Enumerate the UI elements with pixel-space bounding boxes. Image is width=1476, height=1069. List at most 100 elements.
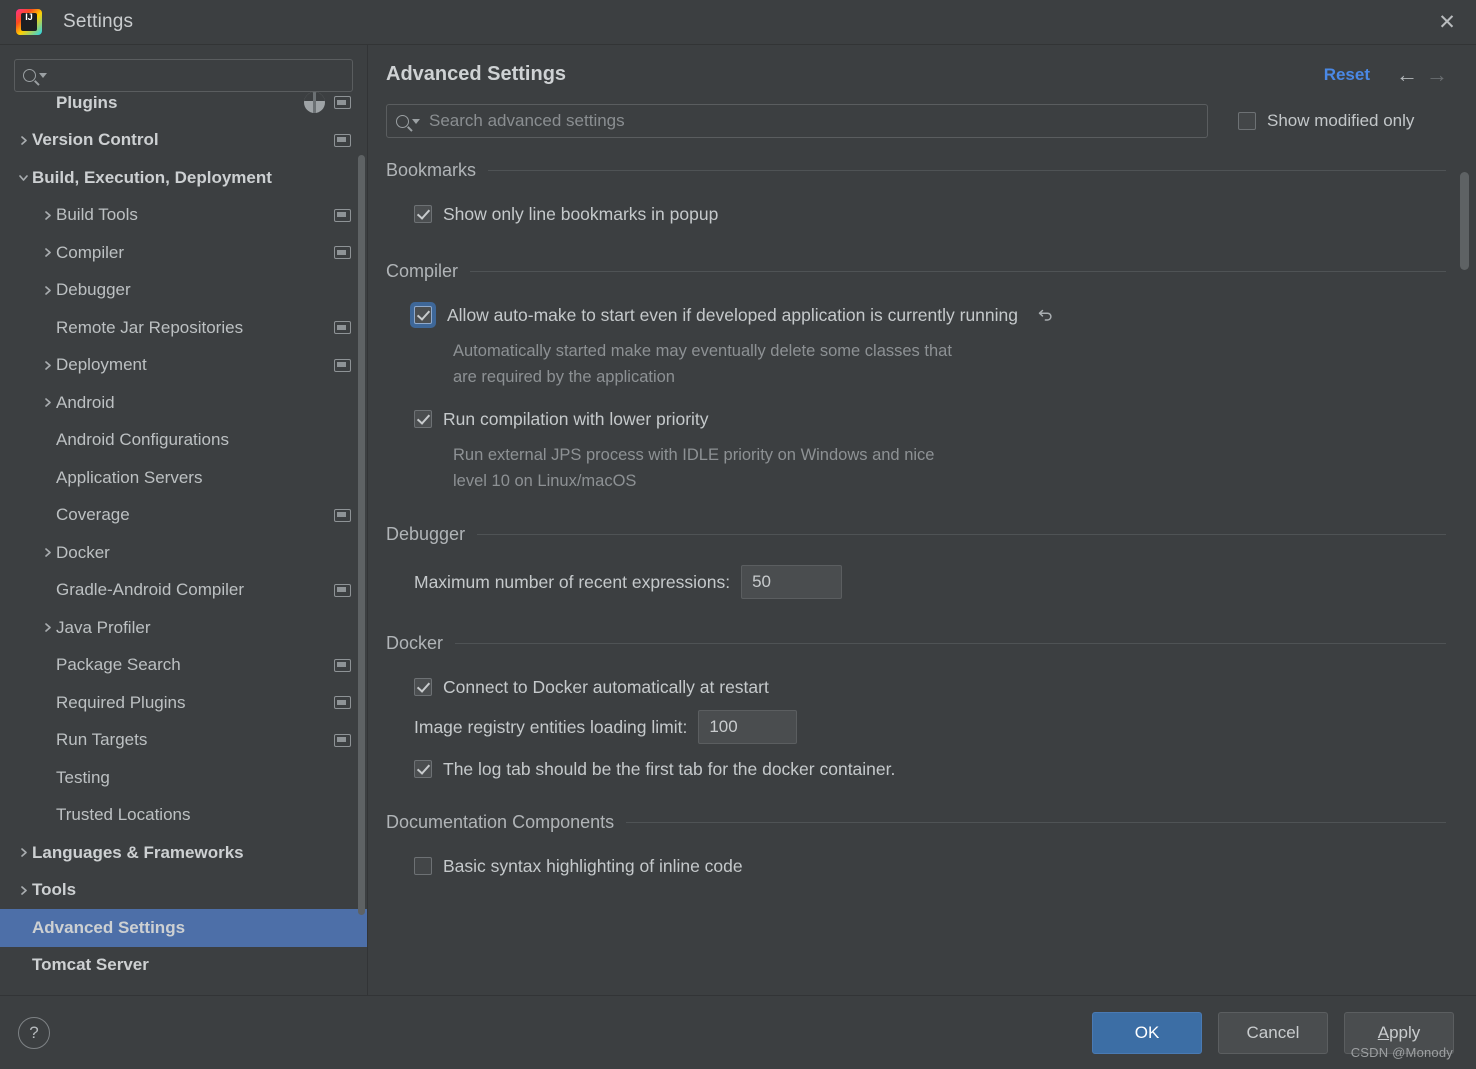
settings-group: Docker Connect to Docker automatically at… xyxy=(386,633,1446,782)
chevron-down-icon xyxy=(39,73,47,78)
sidebar-item-label: Tomcat Server xyxy=(32,955,149,975)
setting-label: Basic syntax highlighting of inline code xyxy=(443,855,743,876)
chevron-down-icon xyxy=(412,118,420,124)
group-divider xyxy=(470,271,1446,272)
checkbox-box[interactable] xyxy=(414,760,432,779)
sidebar-item-android-configurations[interactable]: Android Configurations xyxy=(0,422,367,460)
sidebar-item-label: Trusted Locations xyxy=(56,805,191,825)
settings-group: Debugger Maximum number of recent express… xyxy=(386,524,1446,600)
sidebar-item-tools[interactable]: Tools xyxy=(0,872,367,910)
show-modified-only-checkbox[interactable]: Show modified only xyxy=(1238,111,1414,131)
settings-tree[interactable]: Plugins Version Control Build, Execution, … xyxy=(0,82,367,995)
sidebar-item-compiler[interactable]: Compiler xyxy=(0,234,367,272)
checkbox-box[interactable] xyxy=(414,410,432,429)
advanced-search-input[interactable]: Search advanced settings xyxy=(386,104,1208,138)
sidebar-scrollbar[interactable] xyxy=(357,45,366,995)
sidebar-item-label: Advanced Settings xyxy=(32,917,186,937)
cancel-button[interactable]: Cancel xyxy=(1218,1011,1328,1054)
chevron-right-icon[interactable] xyxy=(38,359,56,372)
sidebar-item-application-servers[interactable]: Application Servers xyxy=(0,459,367,497)
chevron-right-icon[interactable] xyxy=(38,621,56,634)
main-panel: Advanced Settings Reset ← → Search advan… xyxy=(368,45,1476,995)
chevron-right-icon[interactable] xyxy=(14,884,32,897)
sidebar-item-version-control[interactable]: Version Control xyxy=(0,122,367,160)
sidebar-item-run-targets[interactable]: Run Targets xyxy=(0,722,367,760)
chevron-down-icon[interactable] xyxy=(14,171,32,184)
project-scope-badge-icon xyxy=(334,508,351,522)
sidebar-item-coverage[interactable]: Coverage xyxy=(0,497,367,535)
checkbox-box[interactable] xyxy=(414,678,432,697)
sidebar-item-testing[interactable]: Testing xyxy=(0,759,367,797)
sidebar-item-remote-jar-repositories[interactable]: Remote Jar Repositories xyxy=(0,309,367,347)
settings-sidebar: Plugins Version Control Build, Execution, … xyxy=(0,45,368,995)
sidebar-item-java-profiler[interactable]: Java Profiler xyxy=(0,609,367,647)
sidebar-item-package-search[interactable]: Package Search xyxy=(0,647,367,685)
sidebar-item-docker[interactable]: Docker xyxy=(0,534,367,572)
setting-checkbox-row[interactable]: The log tab should be the first tab for … xyxy=(414,756,1446,782)
sidebar-item-label: Docker xyxy=(56,542,110,562)
advanced-search-row: Search advanced settings Show modified o… xyxy=(368,87,1476,138)
main-header: Advanced Settings Reset ← → xyxy=(368,45,1476,87)
checkbox-box[interactable] xyxy=(414,857,432,876)
revert-icon[interactable] xyxy=(1035,304,1057,326)
project-scope-badge-icon xyxy=(334,96,351,110)
setting-checkbox-row[interactable]: Run compilation with lower priority xyxy=(414,406,1446,432)
setting-checkbox-row[interactable]: Connect to Docker automatically at resta… xyxy=(414,674,1446,700)
setting-checkbox-row[interactable]: Allow auto-make to start even if develop… xyxy=(410,302,1446,328)
chevron-right-icon[interactable] xyxy=(38,396,56,409)
close-icon[interactable]: ✕ xyxy=(1418,0,1476,45)
plugin-badge-icon xyxy=(304,92,325,114)
sidebar-item-label: Android Configurations xyxy=(56,430,229,450)
intellij-logo-icon: IJ xyxy=(16,9,42,35)
sidebar-item-label: Java Profiler xyxy=(56,617,151,637)
sidebar-item-label: Required Plugins xyxy=(56,692,186,712)
chevron-right-icon[interactable] xyxy=(14,846,32,859)
project-scope-badge-icon xyxy=(334,358,351,372)
sidebar-item-label: Testing xyxy=(56,767,110,787)
sidebar-item-build-tools[interactable]: Build Tools xyxy=(0,197,367,235)
setting-label: Connect to Docker automatically at resta… xyxy=(443,676,769,697)
sidebar-scrollbar-thumb[interactable] xyxy=(358,155,365,915)
setting-number-input[interactable]: 100 xyxy=(698,710,798,745)
checkbox-box[interactable] xyxy=(414,205,432,223)
setting-number-input[interactable]: 50 xyxy=(741,565,843,600)
content-scrollbar-thumb[interactable] xyxy=(1460,172,1469,270)
chevron-right-icon[interactable] xyxy=(38,284,56,297)
search-icon xyxy=(23,69,36,82)
sidebar-item-plugins[interactable]: Plugins xyxy=(0,84,367,122)
sidebar-item-label: Gradle-Android Compiler xyxy=(56,580,245,600)
sidebar-item-deployment[interactable]: Deployment xyxy=(0,347,367,385)
group-title: Bookmarks xyxy=(386,160,1446,181)
content-scrollbar[interactable] xyxy=(1460,160,1469,995)
sidebar-item-languages-frameworks[interactable]: Languages & Frameworks xyxy=(0,834,367,872)
back-arrow-icon[interactable]: ← xyxy=(1392,63,1422,87)
setting-label: Maximum number of recent expressions: xyxy=(414,571,731,592)
chevron-right-icon[interactable] xyxy=(14,134,32,147)
sidebar-item-build-execution-deployment[interactable]: Build, Execution, Deployment xyxy=(0,159,367,197)
logo-text: IJ xyxy=(25,12,33,22)
help-button[interactable]: ? xyxy=(18,1016,50,1049)
sidebar-item-tomcat-server[interactable]: Tomcat Server xyxy=(0,947,367,985)
chevron-right-icon[interactable] xyxy=(38,209,56,222)
forward-arrow-icon[interactable]: → xyxy=(1422,63,1452,87)
show-modified-only-label: Show modified only xyxy=(1267,111,1415,130)
settings-group: Bookmarks Show only line bookmarks in pop… xyxy=(386,160,1446,227)
setting-checkbox-row[interactable]: Show only line bookmarks in popup xyxy=(414,201,1446,227)
sidebar-item-required-plugins[interactable]: Required Plugins xyxy=(0,684,367,722)
chevron-right-icon[interactable] xyxy=(38,546,56,559)
ok-button[interactable]: OK xyxy=(1092,1011,1202,1054)
reset-button[interactable]: Reset xyxy=(1324,65,1370,85)
project-scope-badge-icon xyxy=(334,133,351,147)
sidebar-item-label: Build Tools xyxy=(56,205,138,225)
checkbox-box[interactable] xyxy=(414,306,432,324)
group-title-text: Docker xyxy=(386,633,444,654)
project-scope-badge-icon xyxy=(334,733,351,747)
chevron-right-icon[interactable] xyxy=(38,246,56,259)
sidebar-item-advanced-settings[interactable]: Advanced Settings xyxy=(0,909,367,947)
sidebar-item-android[interactable]: Android xyxy=(0,384,367,422)
sidebar-item-gradle-android-compiler[interactable]: Gradle-Android Compiler xyxy=(0,572,367,610)
sidebar-item-debugger[interactable]: Debugger xyxy=(0,272,367,310)
setting-checkbox-row[interactable]: Basic syntax highlighting of inline code xyxy=(414,853,1446,879)
settings-dialog: IJ Settings ✕ Plugins Version Control Buil… xyxy=(0,0,1476,1069)
sidebar-item-trusted-locations[interactable]: Trusted Locations xyxy=(0,797,367,835)
